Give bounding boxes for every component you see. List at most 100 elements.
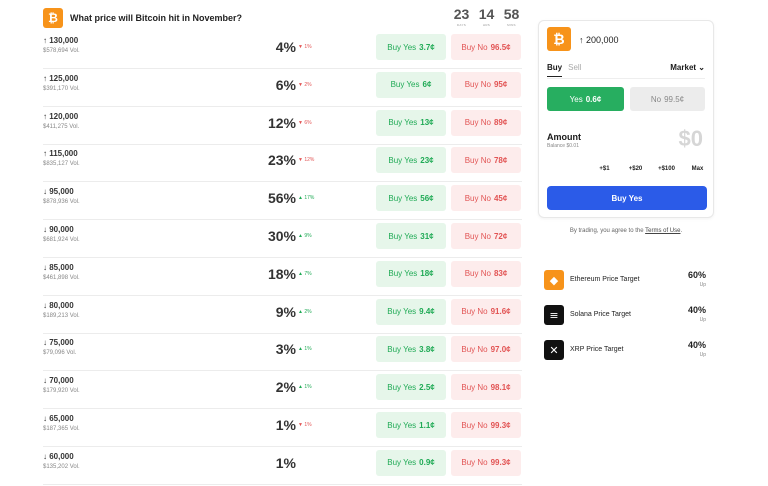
buy-no-price: 89¢ [493, 118, 508, 128]
buy-yes-submit-button[interactable]: Buy Yes [547, 186, 707, 210]
buy-no-label: Buy No [464, 80, 491, 90]
countdown-hours: 14 HRS [478, 6, 495, 27]
outcome-row[interactable]: ↓ 70,000 $179,920 Vol. 2% ▲ 1% Buy Yes 2.5¢ Bu… [0, 371, 530, 410]
buy-yes-button[interactable]: Buy Yes 56¢ [376, 185, 446, 212]
outcome-yes-button[interactable]: Yes 0.6¢ [547, 87, 624, 111]
buy-yes-button[interactable]: Buy Yes 23¢ [376, 147, 446, 174]
buy-no-button[interactable]: Buy No 83¢ [451, 260, 521, 287]
buy-no-button[interactable]: Buy No 72¢ [451, 223, 521, 249]
outcome-row[interactable]: ↑ 130,000 $578,694 Vol. 4% ▼ 1% Buy Yes 3.7¢ B… [0, 31, 530, 69]
countdown-minutes: 58 MINS [503, 6, 520, 27]
outcome-volume: $187,365 Vol. [43, 426, 80, 432]
buy-yes-button[interactable]: Buy Yes 2.5¢ [376, 374, 446, 401]
outcome-row[interactable]: ↑ 115,000 $835,127 Vol. 23% ▼ 12% Buy Yes 23¢… [0, 144, 530, 183]
probability-change: ▼ 1% [298, 44, 312, 50]
buy-no-button[interactable]: Buy No 89¢ [451, 109, 521, 136]
chevron-down-icon: ⌄ [698, 63, 705, 72]
buy-yes-price: 2.5¢ [419, 382, 435, 392]
page-title: What price will Bitcoin hit in November? [70, 13, 243, 23]
bitcoin-icon: ₿ [43, 8, 63, 28]
related-market-direction: Up [699, 352, 706, 358]
outcome-probability: 9% [275, 303, 296, 320]
quick-max-button[interactable]: Max [682, 166, 713, 172]
outcome-row[interactable]: ↓ 80,000 $189,213 Vol. 9% ▲ 2% Buy Yes 9.4¢ Bu… [0, 296, 530, 334]
buy-no-price: 95¢ [493, 80, 508, 90]
buy-yes-button[interactable]: Buy Yes 9.4¢ [376, 298, 446, 325]
buy-yes-label: Buy Yes [387, 458, 417, 468]
no-label: No [650, 94, 662, 104]
related-market-item[interactable]: ◆ Ethereum Price Target 60% Up [544, 270, 710, 290]
outcome-row[interactable]: ↓ 65,000 $187,365 Vol. 1% ▼ 1% Buy Yes 1.1¢ Bu… [0, 409, 530, 447]
outcome-name: ↑ 115,000 [43, 149, 78, 159]
buy-yes-button[interactable]: Buy Yes 13¢ [376, 109, 446, 136]
outcome-no-button[interactable]: No 99.5¢ [630, 87, 705, 111]
quick-add-20-button[interactable]: +$20 [620, 166, 651, 172]
buy-no-button[interactable]: Buy No 98.1¢ [451, 374, 521, 401]
outcome-volume: $189,213 Vol. [43, 312, 80, 319]
outcome-name: ↓ 60,000 [43, 451, 74, 461]
buy-no-button[interactable]: Buy No 45¢ [451, 185, 521, 212]
buy-yes-label: Buy Yes [387, 382, 417, 392]
outcome-row[interactable]: ↑ 120,000 $411,275 Vol. 12% ▼ 6% Buy Yes 13¢ B… [0, 107, 530, 145]
outcome-row[interactable]: ↓ 85,000 $461,898 Vol. 18% ▲ 7% Buy Yes 18¢ Bu… [0, 258, 530, 296]
buy-no-button[interactable]: Buy No 78¢ [451, 147, 521, 174]
outcome-volume: $681,924 Vol. [43, 237, 80, 243]
quick-add-1-button[interactable]: +$1 [589, 166, 620, 172]
outcome-probability: 2% [275, 379, 296, 396]
outcome-probability: 6% [275, 76, 296, 93]
buy-yes-button[interactable]: Buy Yes 3.8¢ [376, 336, 446, 363]
buy-no-label: Buy No [461, 42, 488, 52]
terms-link[interactable]: Terms of Use [645, 228, 680, 234]
buy-yes-button[interactable]: Buy Yes 1.1¢ [376, 412, 446, 438]
outcome-row[interactable]: ↑ 125,000 $391,170 Vol. 6% ▼ 2% Buy Yes 6¢ Buy… [0, 69, 530, 107]
outcome-name: ↑ 130,000 [43, 36, 79, 45]
related-market-item[interactable]: ≡ Solana Price Target 40% Up [544, 305, 710, 325]
trade-tabs: Buy Sell [547, 63, 581, 77]
amount-input[interactable]: $0 [679, 126, 703, 152]
outcome-row[interactable]: ↓ 75,000 $79,096 Vol. 3% ▲ 1% Buy Yes 3.8¢ Buy… [0, 333, 530, 372]
yes-label: Yes [569, 94, 583, 104]
buy-no-button[interactable]: Buy No 91.6¢ [451, 298, 521, 325]
buy-no-price: 91.6¢ [490, 307, 511, 317]
tab-sell[interactable]: Sell [568, 63, 581, 77]
buy-no-label: Buy No [461, 458, 488, 468]
buy-yes-button[interactable]: Buy Yes 18¢ [376, 260, 446, 287]
buy-yes-button[interactable]: Buy Yes 3.7¢ [376, 34, 446, 60]
buy-no-button[interactable]: Buy No 97.0¢ [451, 336, 521, 363]
outcome-row[interactable]: ↓ 95,000 $878,936 Vol. 56% ▲ 17% Buy Yes 56¢ B… [0, 182, 530, 221]
buy-no-button[interactable]: Buy No 99.3¢ [451, 412, 521, 438]
outcome-name: ↓ 80,000 [43, 300, 74, 310]
probability-change: ▲ 9% [298, 233, 312, 239]
related-market-probability: 40% [687, 305, 706, 315]
buy-no-button[interactable]: Buy No 96.5¢ [451, 34, 521, 60]
outcome-name: ↓ 75,000 [43, 338, 74, 348]
order-type-dropdown[interactable]: Market ⌄ [670, 63, 705, 72]
outcome-row[interactable]: ↓ 90,000 $681,924 Vol. 30% ▲ 9% Buy Yes 31¢ Bu… [0, 220, 530, 258]
buy-yes-label: Buy Yes [387, 307, 417, 317]
buy-yes-label: Buy Yes [388, 118, 418, 128]
buy-no-price: 96.5¢ [490, 42, 511, 52]
buy-yes-button[interactable]: Buy Yes 31¢ [376, 223, 446, 249]
related-market-name: Solana Price Target [570, 311, 631, 318]
buy-yes-label: Buy Yes [387, 344, 417, 354]
probability-change: ▲ 7% [298, 270, 312, 277]
buy-no-button[interactable]: Buy No 99.3¢ [451, 449, 521, 476]
ethereum-icon: ◆ [544, 270, 564, 290]
related-market-direction: Up [699, 282, 706, 288]
buy-yes-price: 56¢ [420, 193, 434, 203]
buy-no-button[interactable]: Buy No 95¢ [451, 71, 521, 98]
outcome-row[interactable]: ↓ 60,000 $135,202 Vol. 1% Buy Yes 0.9¢ Buy No… [0, 447, 530, 485]
xrp-icon: ✕ [544, 340, 564, 360]
bitcoin-icon: ₿ [547, 27, 571, 51]
trade-panel: ₿ ↑ 200,000 Buy Sell Market ⌄ Yes 0.6¢ N… [538, 20, 714, 218]
buy-yes-label: Buy Yes [390, 80, 420, 90]
outcome-name: ↑ 120,000 [43, 111, 79, 121]
quick-add-100-button[interactable]: +$100 [651, 166, 682, 172]
outcome-probability: 30% [267, 228, 296, 244]
related-market-item[interactable]: ✕ XRP Price Target 40% Up [544, 340, 710, 360]
buy-yes-button[interactable]: Buy Yes 0.9¢ [376, 449, 446, 476]
buy-yes-price: 18¢ [420, 269, 434, 279]
outcome-volume: $79,096 Vol. [43, 350, 77, 357]
tab-buy[interactable]: Buy [547, 63, 563, 77]
buy-yes-button[interactable]: Buy Yes 6¢ [376, 71, 446, 98]
